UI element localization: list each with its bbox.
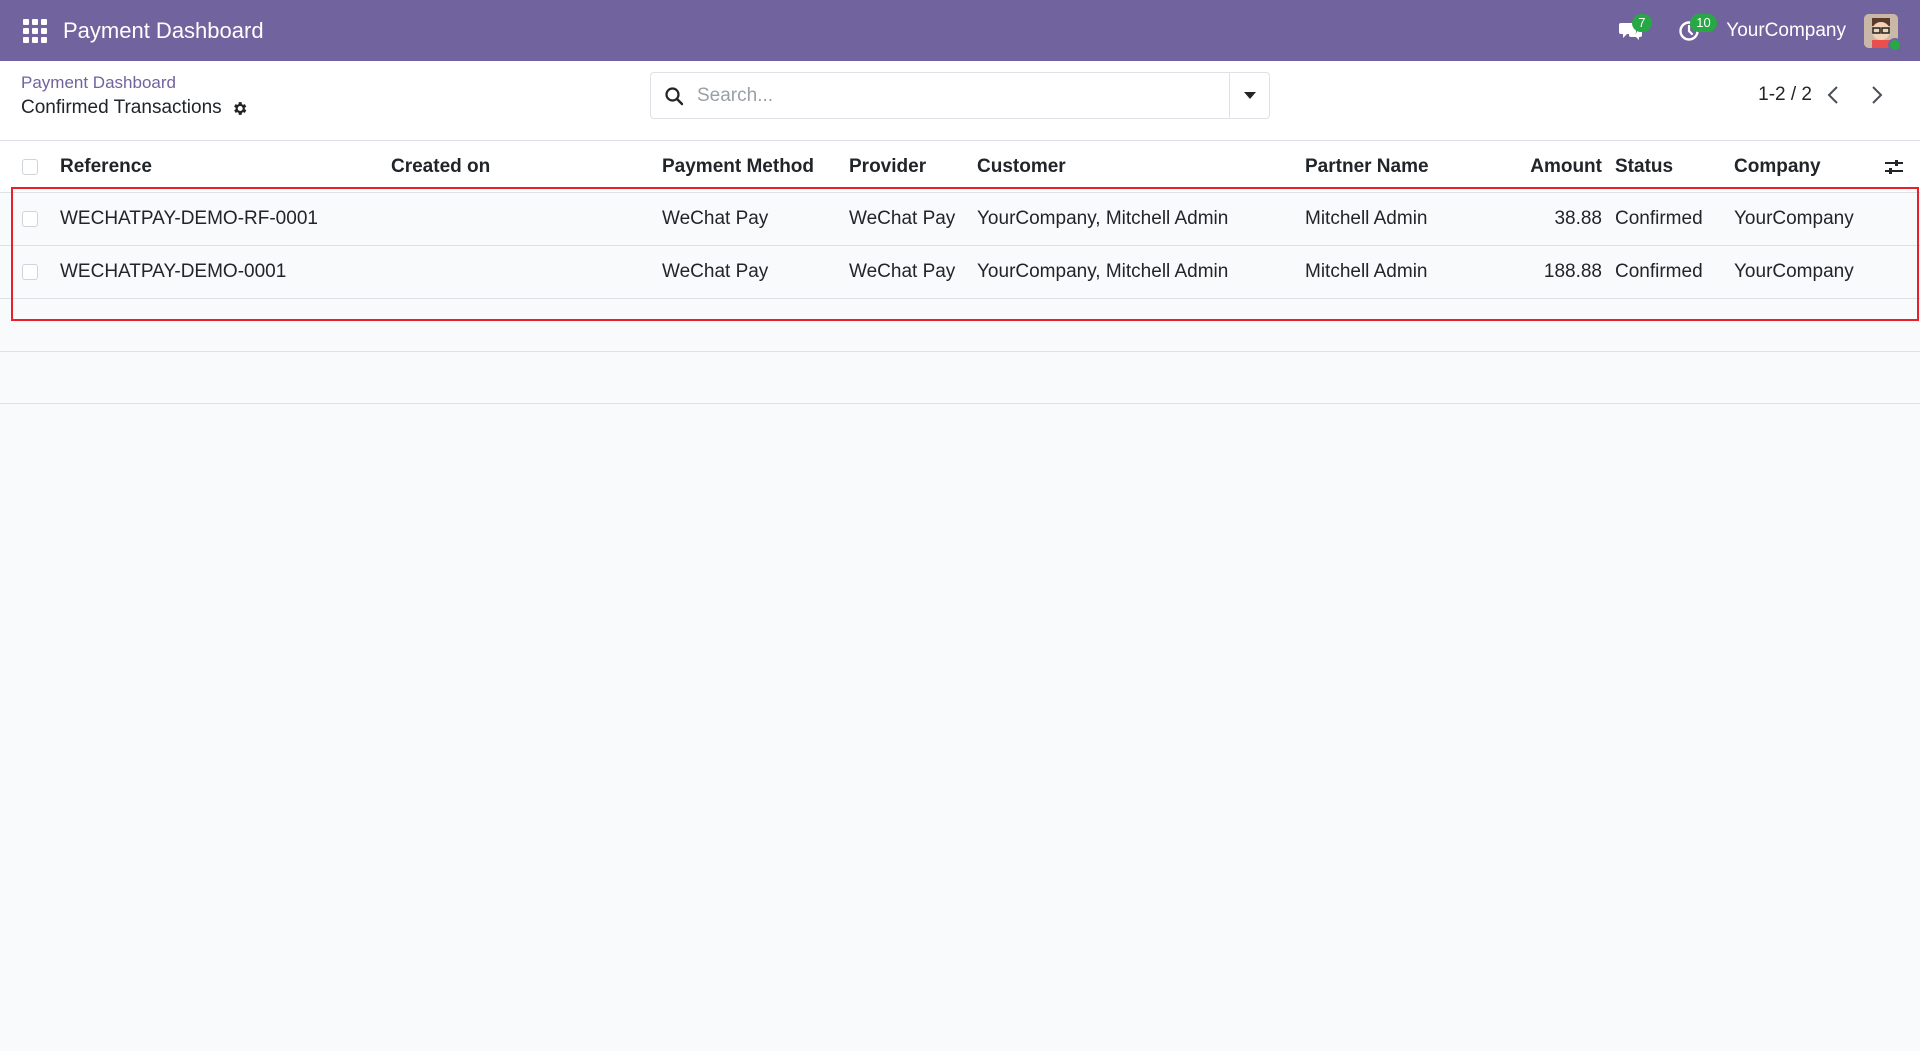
breadcrumb: Confirmed Transactions — [21, 97, 248, 119]
app-title[interactable]: Payment Dashboard — [63, 18, 264, 44]
top-navbar: Payment Dashboard 7 10 YourCompany — [0, 0, 1920, 61]
cell-amount: 188.88 — [1543, 261, 1602, 282]
row-checkbox[interactable] — [22, 264, 38, 280]
breadcrumb-parent-link[interactable]: Payment Dashboard — [21, 73, 176, 93]
search-icon — [651, 86, 697, 106]
page-title: Confirmed Transactions — [21, 97, 222, 118]
cell-reference: WECHATPAY-DEMO-RF-0001 — [60, 208, 318, 229]
column-header-provider[interactable]: Provider — [849, 141, 926, 192]
cell-customer: YourCompany, Mitchell Admin — [977, 208, 1229, 229]
chevron-right-icon — [1872, 86, 1883, 104]
row-checkbox[interactable] — [22, 211, 38, 227]
apps-menu-button[interactable] — [0, 0, 70, 61]
company-switcher[interactable]: YourCompany — [1726, 20, 1846, 42]
cell-status: Confirmed — [1615, 261, 1703, 282]
cell-partner-name: Mitchell Admin — [1305, 208, 1428, 229]
messages-count-badge: 7 — [1632, 14, 1652, 32]
column-header-customer[interactable]: Customer — [977, 141, 1066, 192]
column-header-amount[interactable]: Amount — [1490, 141, 1602, 192]
gear-icon[interactable] — [231, 100, 248, 117]
pager-previous-button[interactable] — [1820, 82, 1846, 108]
sliders-icon[interactable] — [1884, 141, 1904, 192]
pager-value[interactable]: 1-2 / 2 — [1758, 84, 1812, 106]
control-panel: Payment Dashboard Confirmed Transactions… — [0, 61, 1920, 141]
search-box — [650, 72, 1270, 119]
cell-payment-method: WeChat Pay — [662, 208, 769, 229]
table-header-row: Reference Created on Payment Method Prov… — [0, 141, 1920, 193]
cell-provider: WeChat Pay — [849, 208, 956, 229]
empty-row — [0, 300, 1920, 352]
row-checkbox-cell — [22, 246, 38, 298]
row-checkbox-cell — [22, 193, 38, 245]
activities-button[interactable]: 10 — [1660, 0, 1718, 61]
column-header-reference[interactable]: Reference — [60, 141, 152, 192]
column-header-created-on[interactable]: Created on — [391, 141, 490, 192]
search-options-toggle[interactable] — [1229, 73, 1269, 118]
transactions-list: Reference Created on Payment Method Prov… — [0, 141, 1920, 299]
cell-customer: YourCompany, Mitchell Admin — [977, 261, 1229, 282]
cell-reference: WECHATPAY-DEMO-0001 — [60, 261, 287, 282]
search-input[interactable] — [697, 73, 1229, 118]
caret-down-icon — [1243, 91, 1256, 99]
grid-apps-icon — [23, 18, 47, 43]
pager-next-button[interactable] — [1864, 82, 1890, 108]
cell-payment-method: WeChat Pay — [662, 261, 769, 282]
activities-count-badge: 10 — [1690, 14, 1717, 32]
online-status-dot — [1888, 37, 1902, 52]
user-avatar-icon[interactable] — [1864, 13, 1902, 52]
chevron-left-icon — [1827, 86, 1838, 104]
cell-status: Confirmed — [1615, 208, 1703, 229]
column-header-partner-name[interactable]: Partner Name — [1305, 141, 1429, 192]
table-row[interactable]: WECHATPAY-DEMO-0001 WeChat Pay WeChat Pa… — [0, 246, 1920, 299]
cell-company: YourCompany — [1734, 208, 1854, 229]
column-header-company[interactable]: Company — [1734, 141, 1821, 192]
column-header-payment-method[interactable]: Payment Method — [662, 141, 814, 192]
select-all-checkbox[interactable] — [22, 158, 38, 175]
empty-row — [0, 352, 1920, 404]
cell-provider: WeChat Pay — [849, 261, 956, 282]
messages-button[interactable]: 7 — [1602, 0, 1660, 61]
select-all-checkbox-cell — [22, 141, 38, 192]
column-header-status[interactable]: Status — [1615, 141, 1673, 192]
table-row[interactable]: WECHATPAY-DEMO-RF-0001 WeChat Pay WeChat… — [0, 193, 1920, 246]
cell-company: YourCompany — [1734, 261, 1854, 282]
cell-amount: 38.88 — [1554, 208, 1602, 229]
cell-partner-name: Mitchell Admin — [1305, 261, 1428, 282]
